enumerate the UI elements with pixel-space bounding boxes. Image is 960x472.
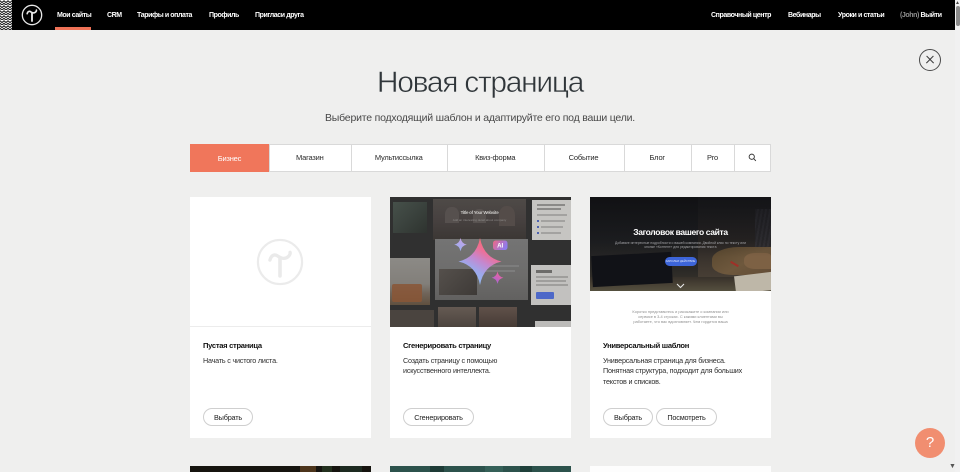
svg-text:AI: AI [497, 243, 503, 250]
